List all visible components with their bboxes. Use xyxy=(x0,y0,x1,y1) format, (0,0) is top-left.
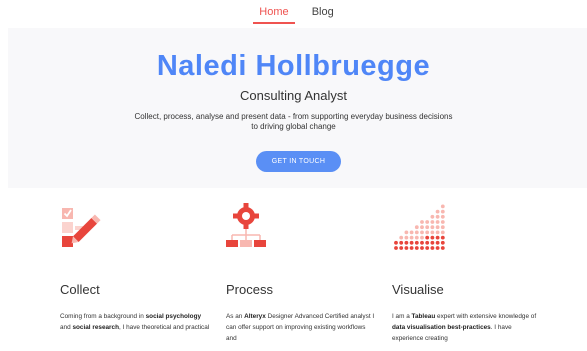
hero-name: Naledi Hollbruegge xyxy=(156,50,431,82)
checklist-pencil-icon xyxy=(60,200,120,260)
gear-flowchart-icon xyxy=(226,200,286,260)
hero-tagline: Collect, process, analyse and present da… xyxy=(0,112,587,132)
nav-menu: Home Blog xyxy=(0,6,587,24)
get-in-touch-button[interactable]: GET IN TOUCH xyxy=(256,151,341,172)
visualise-description: I am a Tableau expert with extensive kno… xyxy=(392,313,537,342)
nav-blog-link[interactable]: Blog xyxy=(312,6,334,22)
dot-chart-icon xyxy=(392,200,452,260)
top-nav-bar: Home Blog xyxy=(0,0,587,28)
visualise-title: Visualise xyxy=(392,282,444,297)
process-title: Process xyxy=(226,282,273,297)
nav-home-link[interactable]: Home xyxy=(253,6,295,24)
hero-role: Consulting Analyst xyxy=(240,88,347,103)
tagline-line-2: to driving global change xyxy=(251,122,336,131)
collect-description: Coming from a background in social psych… xyxy=(60,313,210,331)
collect-title: Collect xyxy=(60,282,100,297)
process-description: As an Alteryx Designer Advanced Certifie… xyxy=(226,313,375,342)
tagline-line-1: Collect, process, analyse and present da… xyxy=(134,112,453,121)
